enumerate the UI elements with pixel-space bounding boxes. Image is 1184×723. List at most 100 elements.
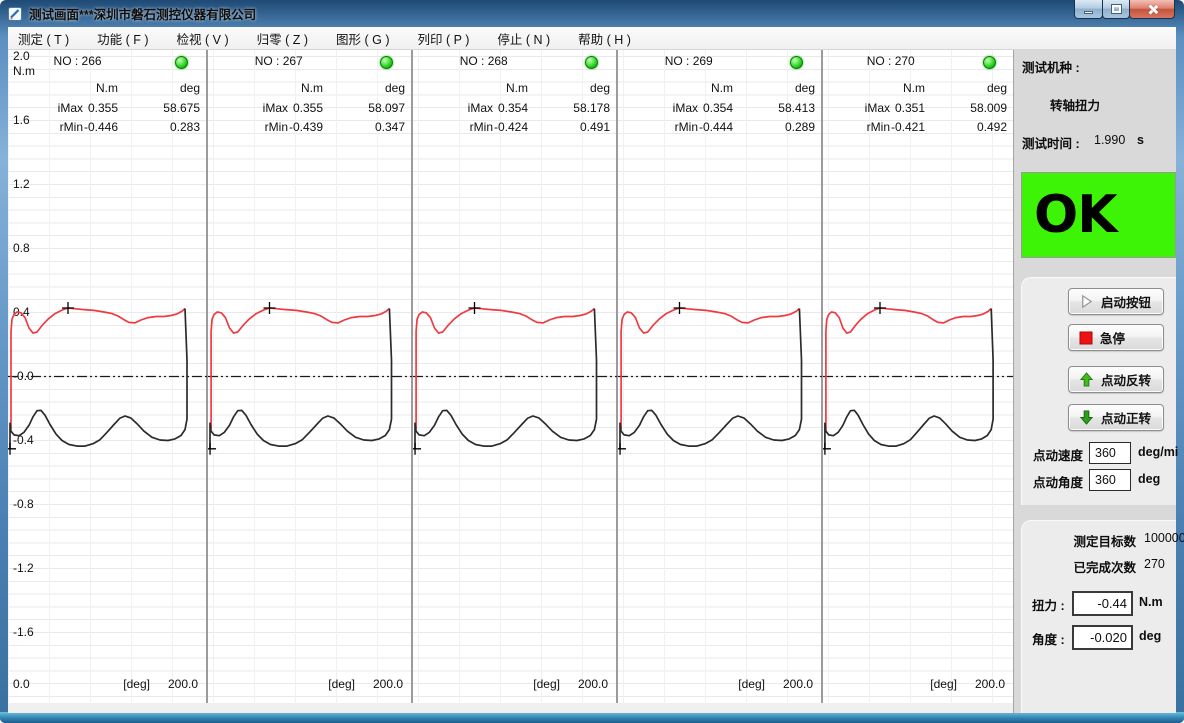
imax-marker-icon — [674, 302, 686, 314]
menu-graph[interactable]: 图形 ( G ) — [334, 27, 391, 50]
imax-marker-icon — [264, 302, 276, 314]
menu-zero[interactable]: 归零 ( Z ) — [255, 27, 310, 50]
result-banner: OK — [1021, 172, 1176, 258]
imax-deg-value: 58.178 — [573, 101, 610, 115]
imax-marker-icon — [62, 302, 74, 314]
col-header-deg: deg — [385, 81, 405, 95]
jog-forward-button[interactable]: 点动正转 — [1068, 404, 1164, 431]
imax-nm-value: 0.354 — [703, 101, 733, 115]
rmin-row-label: rMin — [675, 120, 698, 134]
machine-type-value: 转轴扭力 — [1050, 95, 1100, 114]
jog-reverse-button[interactable]: 点动反转 — [1068, 366, 1164, 393]
jog-speed-row: 点动速度 deg/mi — [1022, 442, 1176, 464]
torque-curve-plot — [413, 50, 618, 703]
angle-readout-row: 角度 : -0.020 deg — [1022, 625, 1176, 650]
menu-measure[interactable]: 测定 ( T ) — [16, 27, 71, 50]
window-controls — [1075, 0, 1175, 19]
torque-unit: N.m — [1139, 595, 1163, 609]
return-sweep-curve — [210, 309, 392, 449]
x-axis-end-label: 200.0 — [373, 677, 403, 691]
menu-print[interactable]: 列印 ( P ) — [416, 27, 472, 50]
rmin-nm-value: -0.424 — [494, 120, 528, 134]
arrow-up-icon — [1079, 372, 1094, 387]
x-axis-end-label: 200.0 — [783, 677, 813, 691]
x-axis-unit-label: [deg] — [533, 677, 560, 691]
minimize-icon — [1084, 11, 1093, 14]
jog-control-group: 启动按钮 急停 点动反转 点动正转 — [1021, 277, 1176, 505]
col-header-nm: N.m — [301, 81, 323, 95]
panel-no-label: NO : 267 — [255, 54, 303, 68]
rmin-deg-value: 0.491 — [580, 120, 610, 134]
imax-row-label: iMax — [673, 101, 698, 115]
test-panel: NO : 268N.mdegiMax0.35458.178rMin-0.4240… — [413, 50, 618, 703]
completed-count-value: 270 — [1144, 557, 1165, 571]
jog-angle-unit: deg — [1138, 472, 1160, 486]
control-sidebar: 测试机种 : 转轴扭力 测试时间 : 1.990 s OK 启动按钮 急停 — [1013, 50, 1176, 713]
torque-readout: -0.44 — [1072, 591, 1133, 616]
menu-help[interactable]: 帮助 ( H ) — [576, 27, 633, 50]
imax-deg-value: 58.413 — [778, 101, 815, 115]
test-time-label: 测试时间 : — [1022, 133, 1080, 152]
test-time-unit: s — [1137, 133, 1144, 147]
jog-angle-row: 点动角度 deg — [1022, 469, 1176, 491]
rmin-deg-value: 0.283 — [170, 120, 200, 134]
torque-curve-plot — [618, 50, 823, 703]
title-bar: 测试画面***深圳市磐石测控仪器有限公司 — [0, 0, 1184, 27]
status-led-icon — [790, 56, 803, 69]
return-sweep-curve — [415, 309, 597, 449]
statistics-group: 测定目标数 100000 已完成次数 270 扭力 : -0.44 N.m 角度… — [1021, 520, 1176, 713]
col-header-nm: N.m — [506, 81, 528, 95]
return-sweep-curve — [825, 309, 993, 449]
rmin-nm-value: -0.444 — [699, 120, 733, 134]
x-axis-end-label: 200.0 — [578, 677, 608, 691]
chart-area: 2.0N.m1.61.20.80.4-0.0-0.4-0.8-1.2-1.60.… — [8, 50, 1013, 713]
panel-no-label: NO : 268 — [460, 54, 508, 68]
start-button[interactable]: 启动按钮 — [1068, 288, 1164, 315]
status-led-icon — [175, 56, 188, 69]
test-panel: NO : 267N.mdegiMax0.35558.097rMin-0.4390… — [208, 50, 413, 703]
col-header-deg: deg — [590, 81, 610, 95]
application-window: 测试画面***深圳市磐石测控仪器有限公司 测定 ( T ) 功能 ( F ) 检… — [0, 0, 1184, 723]
close-button[interactable] — [1129, 0, 1175, 19]
col-header-deg: deg — [795, 81, 815, 95]
status-led-icon — [585, 56, 598, 69]
jog-speed-input[interactable] — [1089, 442, 1131, 464]
x-axis-unit-label: [deg] — [738, 677, 765, 691]
rmin-deg-value: 0.289 — [785, 120, 815, 134]
rmin-nm-value: -0.421 — [891, 120, 925, 134]
close-icon — [1147, 4, 1158, 15]
jog-speed-label: 点动速度 — [1033, 445, 1083, 464]
play-icon — [1079, 294, 1094, 309]
jog-angle-input[interactable] — [1089, 469, 1131, 491]
rmin-nm-value: -0.446 — [84, 120, 118, 134]
panel-no-label: NO : 269 — [665, 54, 713, 68]
col-header-nm: N.m — [711, 81, 733, 95]
return-sweep-curve — [620, 309, 802, 449]
minimize-button[interactable] — [1074, 0, 1103, 19]
menu-function[interactable]: 功能 ( F ) — [95, 27, 150, 50]
imax-row-label: iMax — [263, 101, 288, 115]
completed-count-label: 已完成次数 — [1064, 557, 1136, 576]
col-header-deg: deg — [180, 81, 200, 95]
panel-no-label: NO : 270 — [867, 54, 915, 68]
torque-label: 扭力 : — [1032, 595, 1065, 614]
col-header-deg: deg — [987, 81, 1007, 95]
menu-stop[interactable]: 停止 ( N ) — [495, 27, 552, 50]
stop-icon — [1079, 331, 1093, 345]
status-led-icon — [380, 56, 393, 69]
test-panel: NO : 270N.mdegiMax0.35158.009rMin-0.4210… — [823, 50, 1013, 703]
x-axis-end-label: 200.0 — [168, 677, 198, 691]
rmin-deg-value: 0.347 — [375, 120, 405, 134]
jog-speed-unit: deg/mi — [1138, 445, 1178, 459]
rmin-row-label: rMin — [60, 120, 83, 134]
torque-curve-plot — [208, 50, 413, 703]
machine-type-label: 测试机种 : — [1022, 57, 1080, 76]
test-time-value: 1.990 — [1094, 133, 1125, 147]
menu-view[interactable]: 检视 ( V ) — [175, 27, 231, 50]
imax-nm-value: 0.355 — [293, 101, 323, 115]
imax-deg-value: 58.675 — [163, 101, 200, 115]
menu-bar: 测定 ( T ) 功能 ( F ) 检视 ( V ) 归零 ( Z ) 图形 (… — [8, 27, 1176, 50]
emergency-stop-button[interactable]: 急停 — [1068, 324, 1164, 351]
maximize-button[interactable] — [1102, 0, 1130, 19]
angle-unit: deg — [1139, 629, 1161, 643]
